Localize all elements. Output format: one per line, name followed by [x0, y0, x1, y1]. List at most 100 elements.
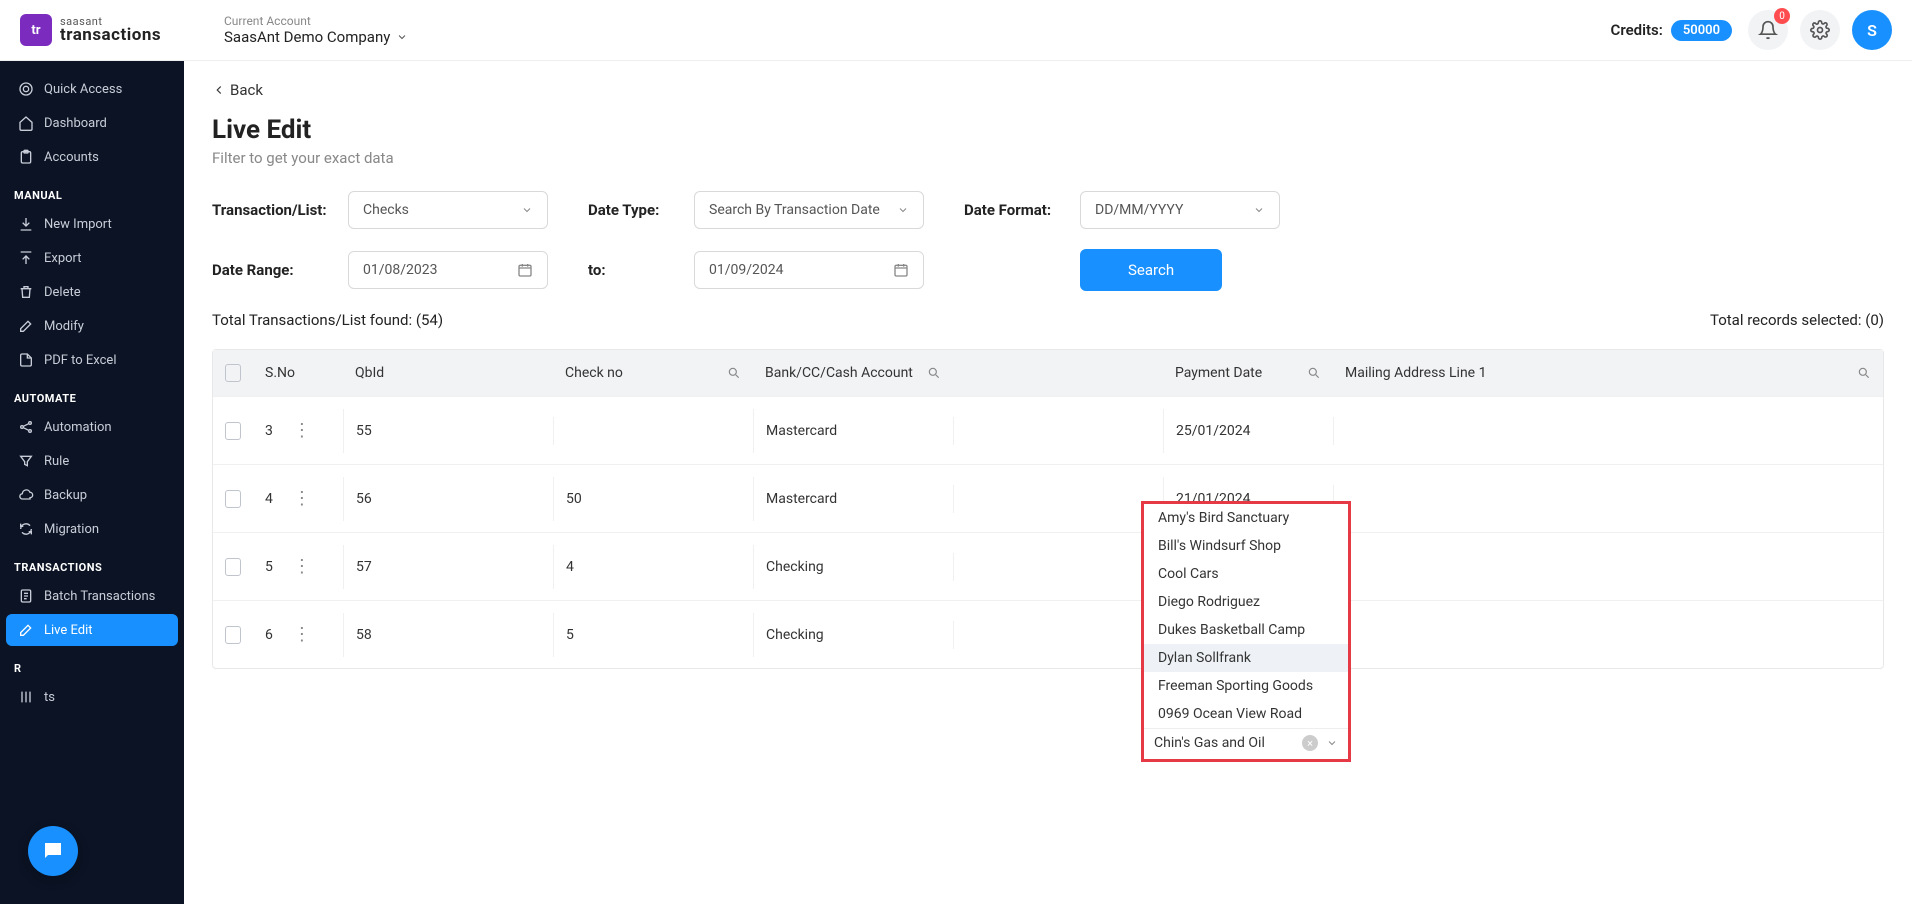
payee-option[interactable]: Dukes Basketball Camp: [1144, 616, 1348, 644]
clear-icon[interactable]: ×: [1302, 735, 1318, 751]
date-type-select[interactable]: Search By Transaction Date: [694, 191, 924, 229]
cell-mail[interactable]: [1333, 417, 1883, 445]
column-qbid: QbId: [343, 350, 553, 396]
nav-label: Modify: [44, 319, 84, 334]
file-icon: [18, 352, 34, 368]
cell-checkno[interactable]: 4: [553, 545, 753, 589]
column-paydate[interactable]: Payment Date: [1163, 350, 1333, 396]
sidebar-item-delete[interactable]: Delete: [6, 276, 178, 308]
filter-icon: [18, 453, 34, 469]
cell-bank[interactable]: Mastercard: [753, 409, 953, 453]
credits-badge[interactable]: 50000: [1671, 20, 1732, 41]
sliders-icon: [18, 689, 34, 705]
page-title: Live Edit: [212, 115, 1884, 145]
cell-payee[interactable]: [953, 553, 1163, 581]
sidebar-item-backup[interactable]: Backup: [6, 479, 178, 511]
row-checkbox[interactable]: [225, 626, 241, 644]
cell-payee[interactable]: [953, 417, 1163, 445]
cell-qbid: 55: [343, 409, 553, 453]
cell-mail[interactable]: [1333, 485, 1883, 513]
notifications-button[interactable]: 0: [1748, 10, 1788, 50]
date-format-label: Date Format:: [964, 201, 1064, 219]
sidebar-item-pdf-to-excel[interactable]: PDF to Excel: [6, 344, 178, 376]
column-checkno[interactable]: Check no: [553, 350, 753, 396]
sidebar-item-batch-transactions[interactable]: Batch Transactions: [6, 580, 178, 612]
date-format-value: DD/MM/YYYY: [1095, 202, 1183, 218]
row-menu-icon[interactable]: ⋮: [293, 490, 311, 508]
user-avatar[interactable]: S: [1852, 10, 1892, 50]
chevron-down-icon[interactable]: [1326, 737, 1338, 749]
transaction-list-select[interactable]: Checks: [348, 191, 548, 229]
row-checkbox[interactable]: [225, 490, 241, 508]
nav-label: ts: [44, 690, 55, 705]
clipboard-icon: [18, 149, 34, 165]
row-checkbox[interactable]: [225, 422, 241, 440]
calendar-icon: [893, 262, 909, 278]
sidebar-item-quick-access[interactable]: Quick Access: [6, 73, 178, 105]
date-from-input[interactable]: 01/08/2023: [348, 251, 548, 289]
chevron-down-icon: [396, 31, 408, 43]
top-bar: tr saasant transactions Current Account …: [0, 0, 1912, 61]
select-all-checkbox[interactable]: [225, 364, 241, 382]
logo-text: saasant transactions: [60, 16, 161, 44]
column-mail[interactable]: Mailing Address Line 1: [1333, 350, 1883, 396]
date-type-value: Search By Transaction Date: [709, 202, 880, 218]
settings-button[interactable]: [1800, 10, 1840, 50]
account-switcher[interactable]: Current Account SaasAnt Demo Company: [224, 14, 408, 46]
row-menu-icon[interactable]: ⋮: [293, 422, 311, 440]
cell-payee[interactable]: [953, 621, 1163, 649]
sidebar-item-partial[interactable]: ts: [6, 681, 178, 713]
sidebar-item-modify[interactable]: Modify: [6, 310, 178, 342]
cell-mail[interactable]: [1333, 621, 1883, 649]
payee-option[interactable]: Diego Rodriguez: [1144, 588, 1348, 616]
cell-payee[interactable]: [953, 485, 1163, 513]
date-format-select[interactable]: DD/MM/YYYY: [1080, 191, 1280, 229]
row-menu-icon[interactable]: ⋮: [293, 558, 311, 576]
cell-mail[interactable]: [1333, 553, 1883, 581]
payee-option[interactable]: Dylan Sollfrank: [1144, 644, 1348, 672]
cell-bank[interactable]: Checking: [753, 545, 953, 589]
cell-sno: 4⋮: [253, 476, 343, 522]
row-checkbox[interactable]: [225, 558, 241, 576]
nav-label: Automation: [44, 420, 112, 435]
sidebar-item-export[interactable]: Export: [6, 242, 178, 274]
sidebar-item-new-import[interactable]: New Import: [6, 208, 178, 240]
cell-bank[interactable]: Checking: [753, 613, 953, 657]
cell-paydate[interactable]: 25/01/2024: [1163, 409, 1333, 453]
sidebar-item-accounts[interactable]: Accounts: [6, 141, 178, 173]
nav-label: Backup: [44, 488, 87, 503]
payee-option[interactable]: Freeman Sporting Goods: [1144, 672, 1348, 700]
cell-checkno[interactable]: 5: [553, 613, 753, 657]
payee-option[interactable]: Cool Cars: [1144, 560, 1348, 588]
nav-label: Live Edit: [44, 623, 93, 638]
sidebar-item-automation[interactable]: Automation: [6, 411, 178, 443]
sidebar-item-rule[interactable]: Rule: [6, 445, 178, 477]
payee-option[interactable]: Bill's Windsurf Shop: [1144, 532, 1348, 560]
cell-checkno[interactable]: 50: [553, 477, 753, 521]
sidebar-item-live-edit[interactable]: Live Edit: [6, 614, 178, 646]
cell-sno: 6⋮: [253, 612, 343, 658]
payee-option[interactable]: Amy's Bird Sanctuary: [1144, 504, 1348, 532]
credits-label: Credits:: [1611, 21, 1663, 39]
chat-fab[interactable]: [28, 826, 78, 876]
main-content: Back Live Edit Filter to get your exact …: [184, 61, 1912, 904]
logo[interactable]: tr saasant transactions: [20, 14, 204, 46]
back-link[interactable]: Back: [212, 81, 1884, 99]
date-range-label: Date Range:: [212, 261, 332, 279]
date-to-input[interactable]: 01/09/2024: [694, 251, 924, 289]
table-row: 4⋮ 56 50 Mastercard 21/01/2024: [213, 464, 1883, 532]
sidebar-section-transactions: TRANSACTIONS: [6, 547, 178, 580]
account-name: SaasAnt Demo Company: [224, 28, 408, 46]
sidebar-item-migration[interactable]: Migration: [6, 513, 178, 545]
sidebar-item-dashboard[interactable]: Dashboard: [6, 107, 178, 139]
cell-bank[interactable]: Mastercard: [753, 477, 953, 521]
payee-option[interactable]: 0969 Ocean View Road: [1144, 700, 1348, 728]
table-row: 5⋮ 57 4 Checking 08/12/2023: [213, 532, 1883, 600]
row-menu-icon[interactable]: ⋮: [293, 626, 311, 644]
search-button[interactable]: Search: [1080, 249, 1222, 291]
column-bank[interactable]: Bank/CC/Cash Account: [753, 350, 953, 396]
account-name-text: SaasAnt Demo Company: [224, 28, 390, 46]
refresh-icon: [18, 521, 34, 537]
cell-checkno[interactable]: [553, 417, 753, 445]
table-header: S.No QbId Check no Bank/CC/Cash Account …: [213, 350, 1883, 396]
